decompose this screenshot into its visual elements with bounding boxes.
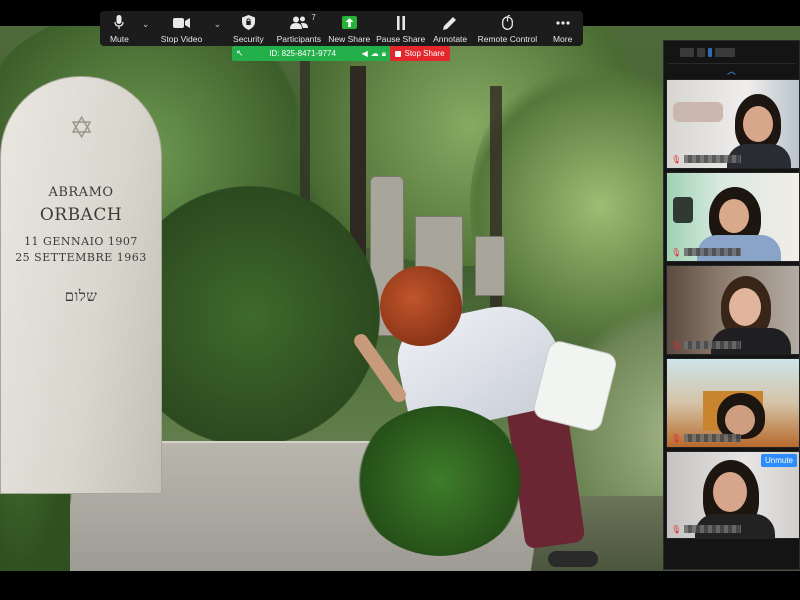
- participant-name: 🎙︎: [671, 340, 741, 350]
- blurred-text: [697, 47, 705, 57]
- bed-item: [673, 102, 723, 122]
- participant-tile[interactable]: 🎙︎: [666, 358, 800, 448]
- participants-icon: 7: [289, 13, 316, 31]
- participant-name: 🎙︎: [671, 154, 741, 164]
- star-of-david-icon: ✡: [69, 111, 95, 146]
- headstone: ✡ ABRAMO ORBACH 11 GENNAIO 1907 25 SETTE…: [0, 76, 162, 494]
- blurred-name: [684, 155, 741, 163]
- more-dots-icon: [556, 14, 570, 31]
- pause-share-button[interactable]: Pause Share: [374, 14, 428, 46]
- epitaph-last-name: ORBACH: [39, 205, 123, 225]
- blurred-text: [680, 47, 694, 57]
- meeting-toolbar: Mute ⌄ Stop Video ⌄ Security 7 Participa…: [100, 11, 583, 46]
- participant-name: 🎙︎: [671, 524, 741, 534]
- security-button[interactable]: Security: [224, 14, 273, 46]
- annotate-label: Annotate: [433, 34, 468, 44]
- participant-face: [719, 199, 749, 233]
- shield-icon: [241, 14, 255, 31]
- video-camera-icon: [172, 14, 190, 31]
- more-button[interactable]: More: [542, 14, 583, 46]
- gallery-header[interactable]: [664, 41, 799, 63]
- mouse-icon: [501, 14, 513, 31]
- participant-face: [713, 472, 747, 512]
- cloud-icon: ☁: [370, 49, 379, 58]
- meeting-id-bar[interactable]: ↖ ID: 825-8471-9774 ◀︎ ☁ 🔒︎: [232, 46, 390, 61]
- lock-icon: 🔒︎: [381, 48, 386, 58]
- blurred-name: [684, 525, 741, 533]
- muted-mic-icon: 🎙︎: [671, 524, 682, 534]
- mute-button[interactable]: Mute: [100, 14, 139, 46]
- meeting-id-text: ID: 825-8471-9774: [269, 49, 336, 58]
- participant-tile[interactable]: 🎙︎: [666, 265, 800, 355]
- pause-share-label: Pause Share: [376, 34, 426, 44]
- blurred-text: [715, 47, 735, 57]
- participant-face: [743, 106, 773, 142]
- small-plant: [355, 406, 525, 556]
- epitaph-hebrew: שלום: [64, 287, 98, 305]
- mute-label: Mute: [109, 34, 129, 44]
- participant-face: [729, 288, 761, 326]
- stop-video-button[interactable]: Stop Video: [152, 14, 210, 46]
- new-share-label: New Share: [328, 34, 371, 44]
- remote-control-button[interactable]: Remote Control: [472, 14, 542, 46]
- share-arrow-icon: [341, 14, 357, 31]
- hair: [380, 266, 462, 346]
- drag-arrow-icon: ↖: [236, 48, 244, 58]
- participant-face: [725, 405, 755, 435]
- audio-icon: ◀︎: [361, 49, 368, 58]
- sandal: [548, 551, 598, 567]
- pencil-icon: [443, 14, 457, 31]
- new-share-button[interactable]: New Share: [325, 14, 374, 46]
- muted-mic-icon: 🎙︎: [671, 247, 682, 257]
- epitaph-birth-date: 11 GENNAIO 1907: [24, 235, 138, 248]
- participant-gallery: ︿ 🎙︎ 🎙︎ 🎙︎ 🎙︎ Unmute 🎙︎: [663, 40, 800, 570]
- pause-icon: [396, 14, 406, 31]
- blurred-text: [708, 47, 712, 57]
- annotate-button[interactable]: Annotate: [428, 14, 473, 46]
- video-options-caret[interactable]: ⌄: [211, 14, 225, 46]
- audio-options-caret[interactable]: ⌄: [139, 14, 153, 46]
- muted-mic-icon: 🎙︎: [671, 433, 682, 443]
- participant-tile[interactable]: 🎙︎: [666, 172, 800, 262]
- participants-count: 7: [311, 13, 316, 22]
- participant-tile[interactable]: 🎙︎: [666, 79, 800, 169]
- muted-mic-icon: 🎙︎: [671, 340, 682, 350]
- participants-label: Participants: [276, 34, 322, 44]
- unmute-button[interactable]: Unmute: [760, 454, 797, 467]
- blurred-name: [684, 248, 741, 256]
- participant-name: 🎙︎: [671, 433, 741, 443]
- microphone-icon: [114, 14, 125, 31]
- security-label: Security: [233, 34, 264, 44]
- blurred-name: [684, 434, 741, 442]
- chevron-up-icon[interactable]: ︿: [664, 64, 799, 78]
- wall-object: [673, 197, 693, 223]
- more-label: More: [552, 34, 573, 44]
- participants-button[interactable]: 7 Participants: [273, 13, 325, 46]
- share-status-bar: ↖ ID: 825-8471-9774 ◀︎ ☁ 🔒︎ Stop Share: [232, 46, 450, 61]
- epitaph-first-name: ABRAMO: [48, 185, 114, 200]
- muted-mic-icon: 🎙︎: [671, 154, 682, 164]
- remote-control-label: Remote Control: [477, 34, 538, 44]
- stop-share-label: Stop Share: [404, 49, 445, 58]
- stop-share-button[interactable]: Stop Share: [390, 46, 450, 61]
- blurred-name: [684, 341, 741, 349]
- participant-tile[interactable]: Unmute 🎙︎: [666, 451, 800, 539]
- participant-name: 🎙︎: [671, 247, 741, 257]
- stop-video-label: Stop Video: [160, 34, 203, 44]
- stop-square-icon: [395, 50, 402, 57]
- epitaph-death-date: 25 SETTEMBRE 1963: [15, 251, 147, 264]
